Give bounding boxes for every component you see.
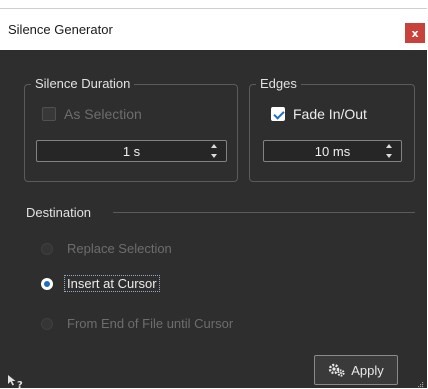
- fade-checkbox[interactable]: [271, 107, 285, 121]
- title-bar: Silence Generator x: [0, 9, 427, 49]
- as-selection-checkbox[interactable]: [42, 107, 56, 121]
- replace-selection-label: Replace Selection: [67, 241, 172, 256]
- insert-at-cursor-label: Insert at Cursor: [64, 275, 160, 292]
- destination-divider: [113, 212, 415, 213]
- duration-value: 1 s: [122, 144, 141, 159]
- silence-generator-dialog: Silence Generator x Silence Duration As …: [0, 8, 427, 389]
- from-end-of-file-radio[interactable]: [41, 317, 53, 330]
- from-end-of-file-label: From End of File until Cursor: [67, 316, 234, 331]
- fade-label: Fade In/Out: [293, 106, 367, 122]
- apply-button[interactable]: Apply: [314, 355, 398, 385]
- duration-spinbox[interactable]: 1 s: [36, 140, 227, 162]
- svg-text:?: ?: [17, 380, 23, 389]
- as-selection-checkbox-row[interactable]: As Selection: [42, 106, 142, 122]
- close-button[interactable]: x: [405, 23, 425, 43]
- replace-selection-radio[interactable]: [41, 242, 53, 255]
- edges-group: Edges Fade In/Out 10 ms: [249, 76, 415, 182]
- dialog-body: Silence Duration As Selection 1 s Edges …: [0, 50, 427, 389]
- destination-legend: Destination: [26, 205, 92, 220]
- fade-checkbox-row[interactable]: Fade In/Out: [271, 106, 367, 122]
- silence-duration-group: Silence Duration As Selection 1 s: [24, 76, 238, 182]
- silence-duration-legend: Silence Duration: [31, 76, 135, 92]
- spin-arrows-icon[interactable]: [385, 144, 393, 158]
- from-end-radio-row[interactable]: From End of File until Cursor: [41, 316, 233, 331]
- replace-selection-radio-row[interactable]: Replace Selection: [41, 241, 172, 256]
- edges-legend: Edges: [256, 76, 301, 92]
- gears-icon: [329, 363, 345, 377]
- window-title: Silence Generator: [8, 22, 113, 37]
- spin-arrows-icon[interactable]: [210, 144, 218, 158]
- as-selection-label: As Selection: [64, 106, 142, 122]
- fade-spinbox[interactable]: 10 ms: [263, 140, 402, 162]
- fade-value: 10 ms: [314, 144, 351, 159]
- apply-label: Apply: [351, 362, 384, 378]
- insert-at-cursor-radio-row[interactable]: Insert at Cursor: [41, 275, 160, 292]
- insert-at-cursor-radio[interactable]: [41, 277, 53, 290]
- close-icon: x: [411, 26, 419, 40]
